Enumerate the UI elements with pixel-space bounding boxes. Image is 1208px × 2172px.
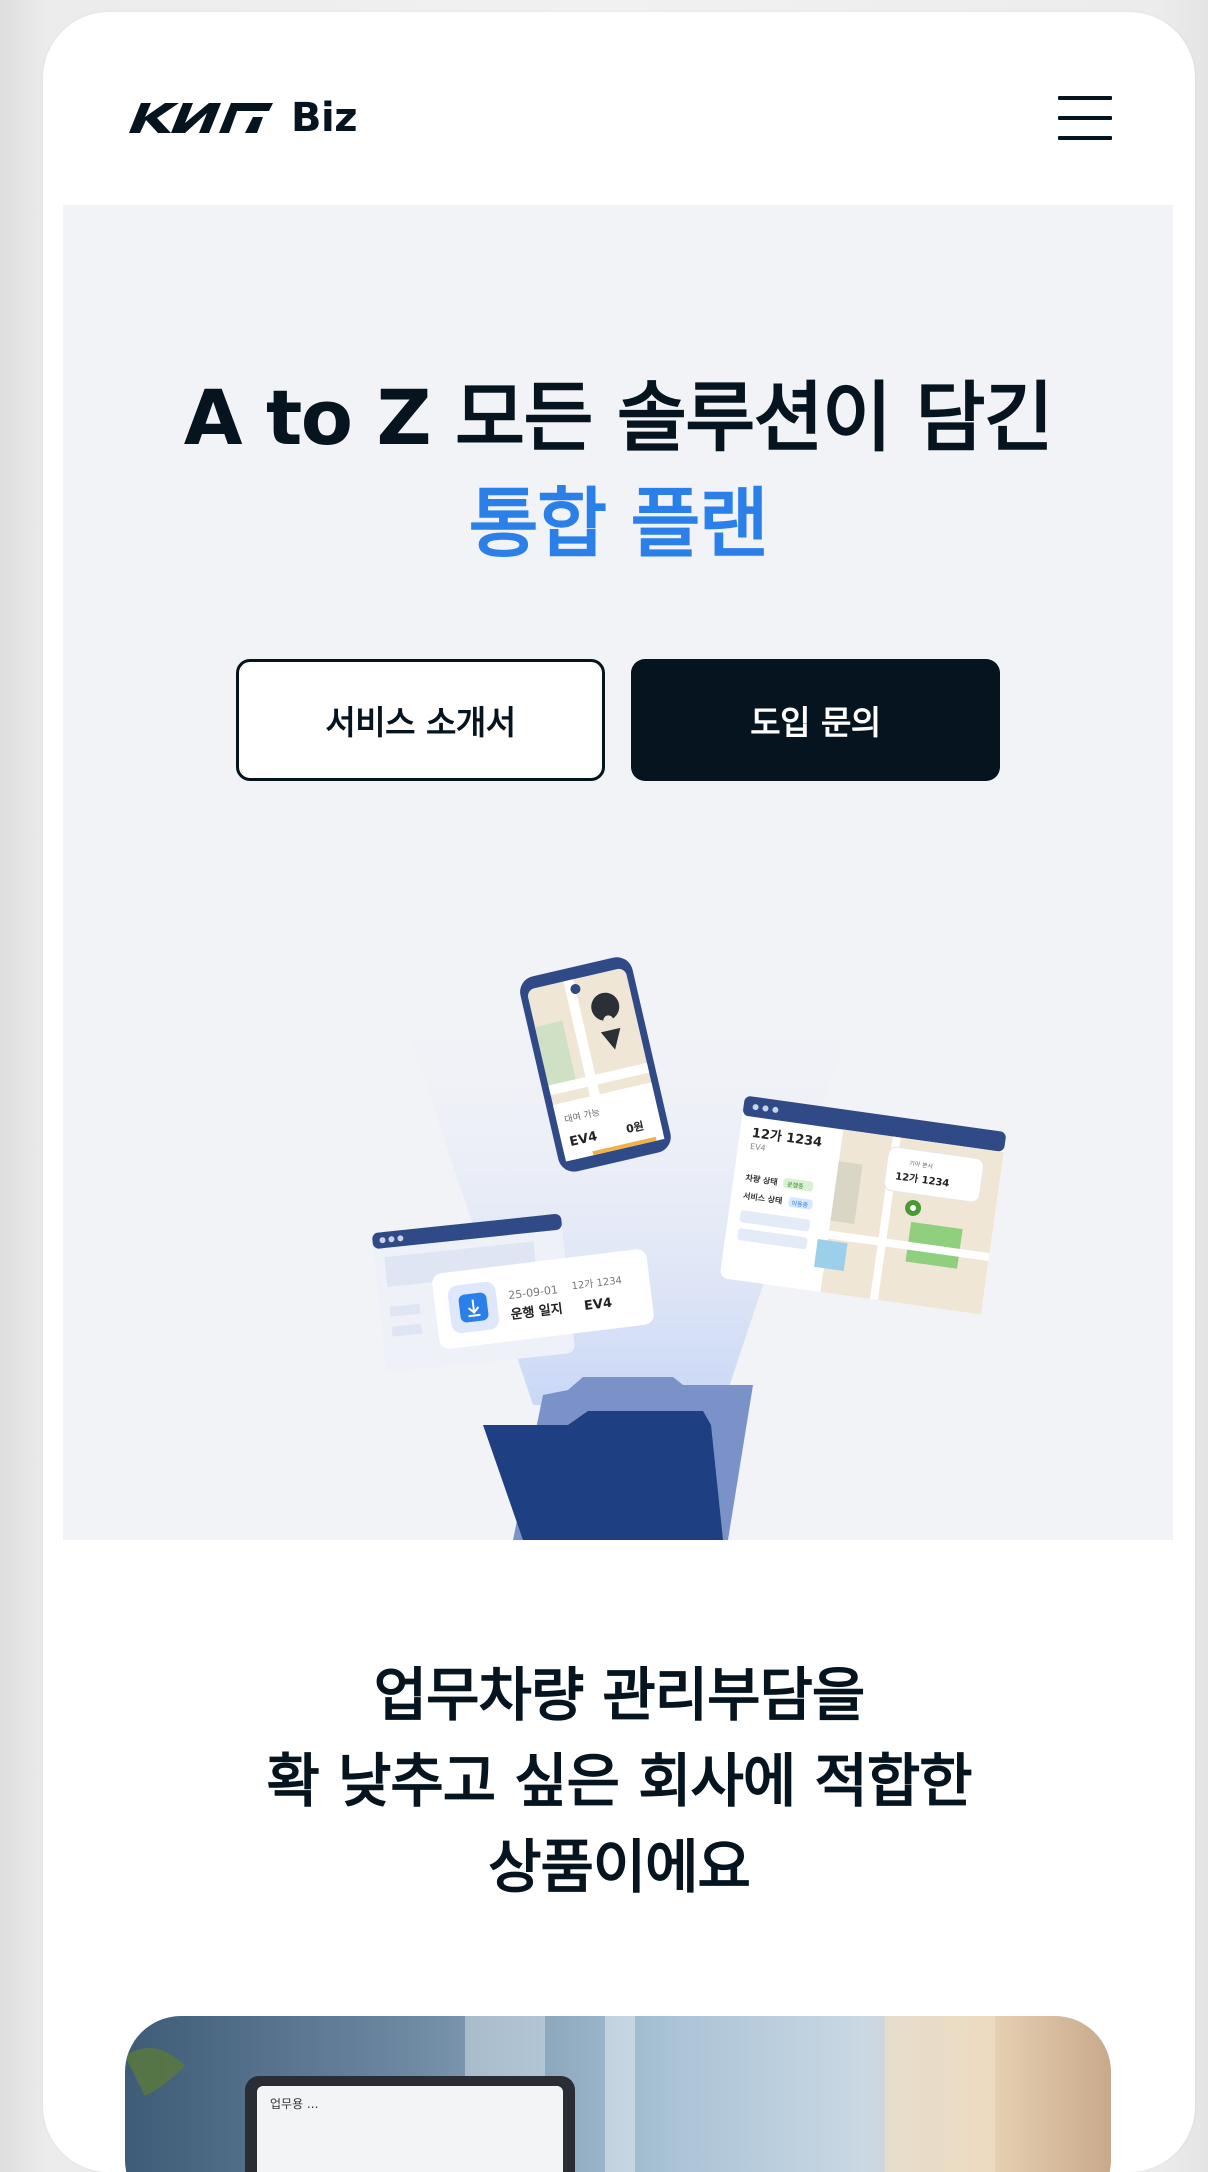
hero-section: A to Z 모든 솔루션이 담긴 통합 플랜 서비스 소개서 도입 문의 대여… xyxy=(63,205,1173,1540)
kia-logo xyxy=(129,103,273,133)
office-photo: 업무용 ... xyxy=(125,2016,1111,2172)
page-card: Biz A to Z 모든 솔루션이 담긴 통합 플랜 서비스 소개서 도입 문… xyxy=(43,12,1195,2172)
svg-text:업무용 ...: 업무용 ... xyxy=(270,2097,318,2111)
hamburger-menu-icon[interactable] xyxy=(1056,96,1116,144)
target-heading-line2: 확 낮추고 싶은 회사에 적합한 xyxy=(266,1747,972,1815)
target-customer-heading: 업무차량 관리부담을 확 낮추고 싶은 회사에 적합한 상품이에요 xyxy=(43,1652,1195,1910)
kia-biz-logo[interactable]: Biz xyxy=(127,98,357,138)
logo-biz-text: Biz xyxy=(291,95,357,141)
header: Biz xyxy=(43,12,1195,205)
target-heading-line3: 상품이에요 xyxy=(488,1833,751,1901)
folder-icon xyxy=(483,1411,723,1540)
office-photo-illustration: 업무용 ... xyxy=(125,2016,995,2172)
dashboard-window-illustration: 12가 1234 EV4 차량 상태 운행중 서비스 상태 이용중 기아 본사 … xyxy=(720,1096,1006,1315)
target-heading-line1: 업무차량 관리부담을 xyxy=(373,1661,865,1729)
hero-illustration: 대여 가능 EV4 0원 12가 1234 EV4 차량 상태 운행중 서비스 … xyxy=(372,957,1006,1540)
